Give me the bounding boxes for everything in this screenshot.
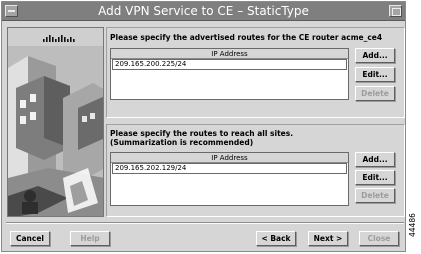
reach-routes-table[interactable]: IP Address 209.165.202.129/24 (110, 152, 349, 206)
reach-routes-panel: Please specify the routes to reach all s… (106, 124, 405, 217)
advertised-routes-panel: Please specify the advertised routes for… (106, 27, 405, 118)
figure-number: 44486 (408, 213, 417, 237)
next-button[interactable]: Next > (308, 231, 348, 246)
advertised-edit-button[interactable]: Edit... (355, 67, 395, 82)
reach-add-button[interactable]: Add... (355, 152, 395, 167)
wizard-illustration (7, 27, 104, 217)
maximize-button[interactable] (389, 5, 402, 17)
table-row[interactable]: 209.165.200.225/24 (112, 59, 347, 70)
close-button[interactable]: Close (359, 231, 399, 246)
window-title: Add VPN Service to CE – StaticType (98, 4, 309, 18)
dialog-window: Add VPN Service to CE – StaticType Pleas… (1, 1, 406, 252)
city-buildings-image (8, 46, 103, 216)
help-button[interactable]: Help (70, 231, 110, 246)
ip-address-column-header[interactable]: IP Address (111, 49, 348, 59)
summarization-note: (Summarization is recommended) (110, 138, 254, 147)
title-bar[interactable]: Add VPN Service to CE – StaticType (2, 2, 405, 21)
reach-edit-button[interactable]: Edit... (355, 170, 395, 185)
window-menu-button[interactable] (5, 5, 18, 17)
back-button[interactable]: < Back (256, 231, 296, 246)
reach-delete-button[interactable]: Delete (355, 188, 395, 203)
advertised-routes-label: Please specify the advertised routes for… (110, 33, 383, 42)
ip-address-column-header[interactable]: IP Address (111, 153, 348, 163)
table-row[interactable]: 209.165.202.129/24 (112, 163, 347, 174)
cancel-button[interactable]: Cancel (10, 231, 50, 246)
advertised-delete-button[interactable]: Delete (355, 86, 395, 101)
footer-divider (6, 222, 404, 224)
advertised-routes-table[interactable]: IP Address 209.165.200.225/24 (110, 48, 349, 100)
advertised-add-button[interactable]: Add... (355, 48, 395, 63)
